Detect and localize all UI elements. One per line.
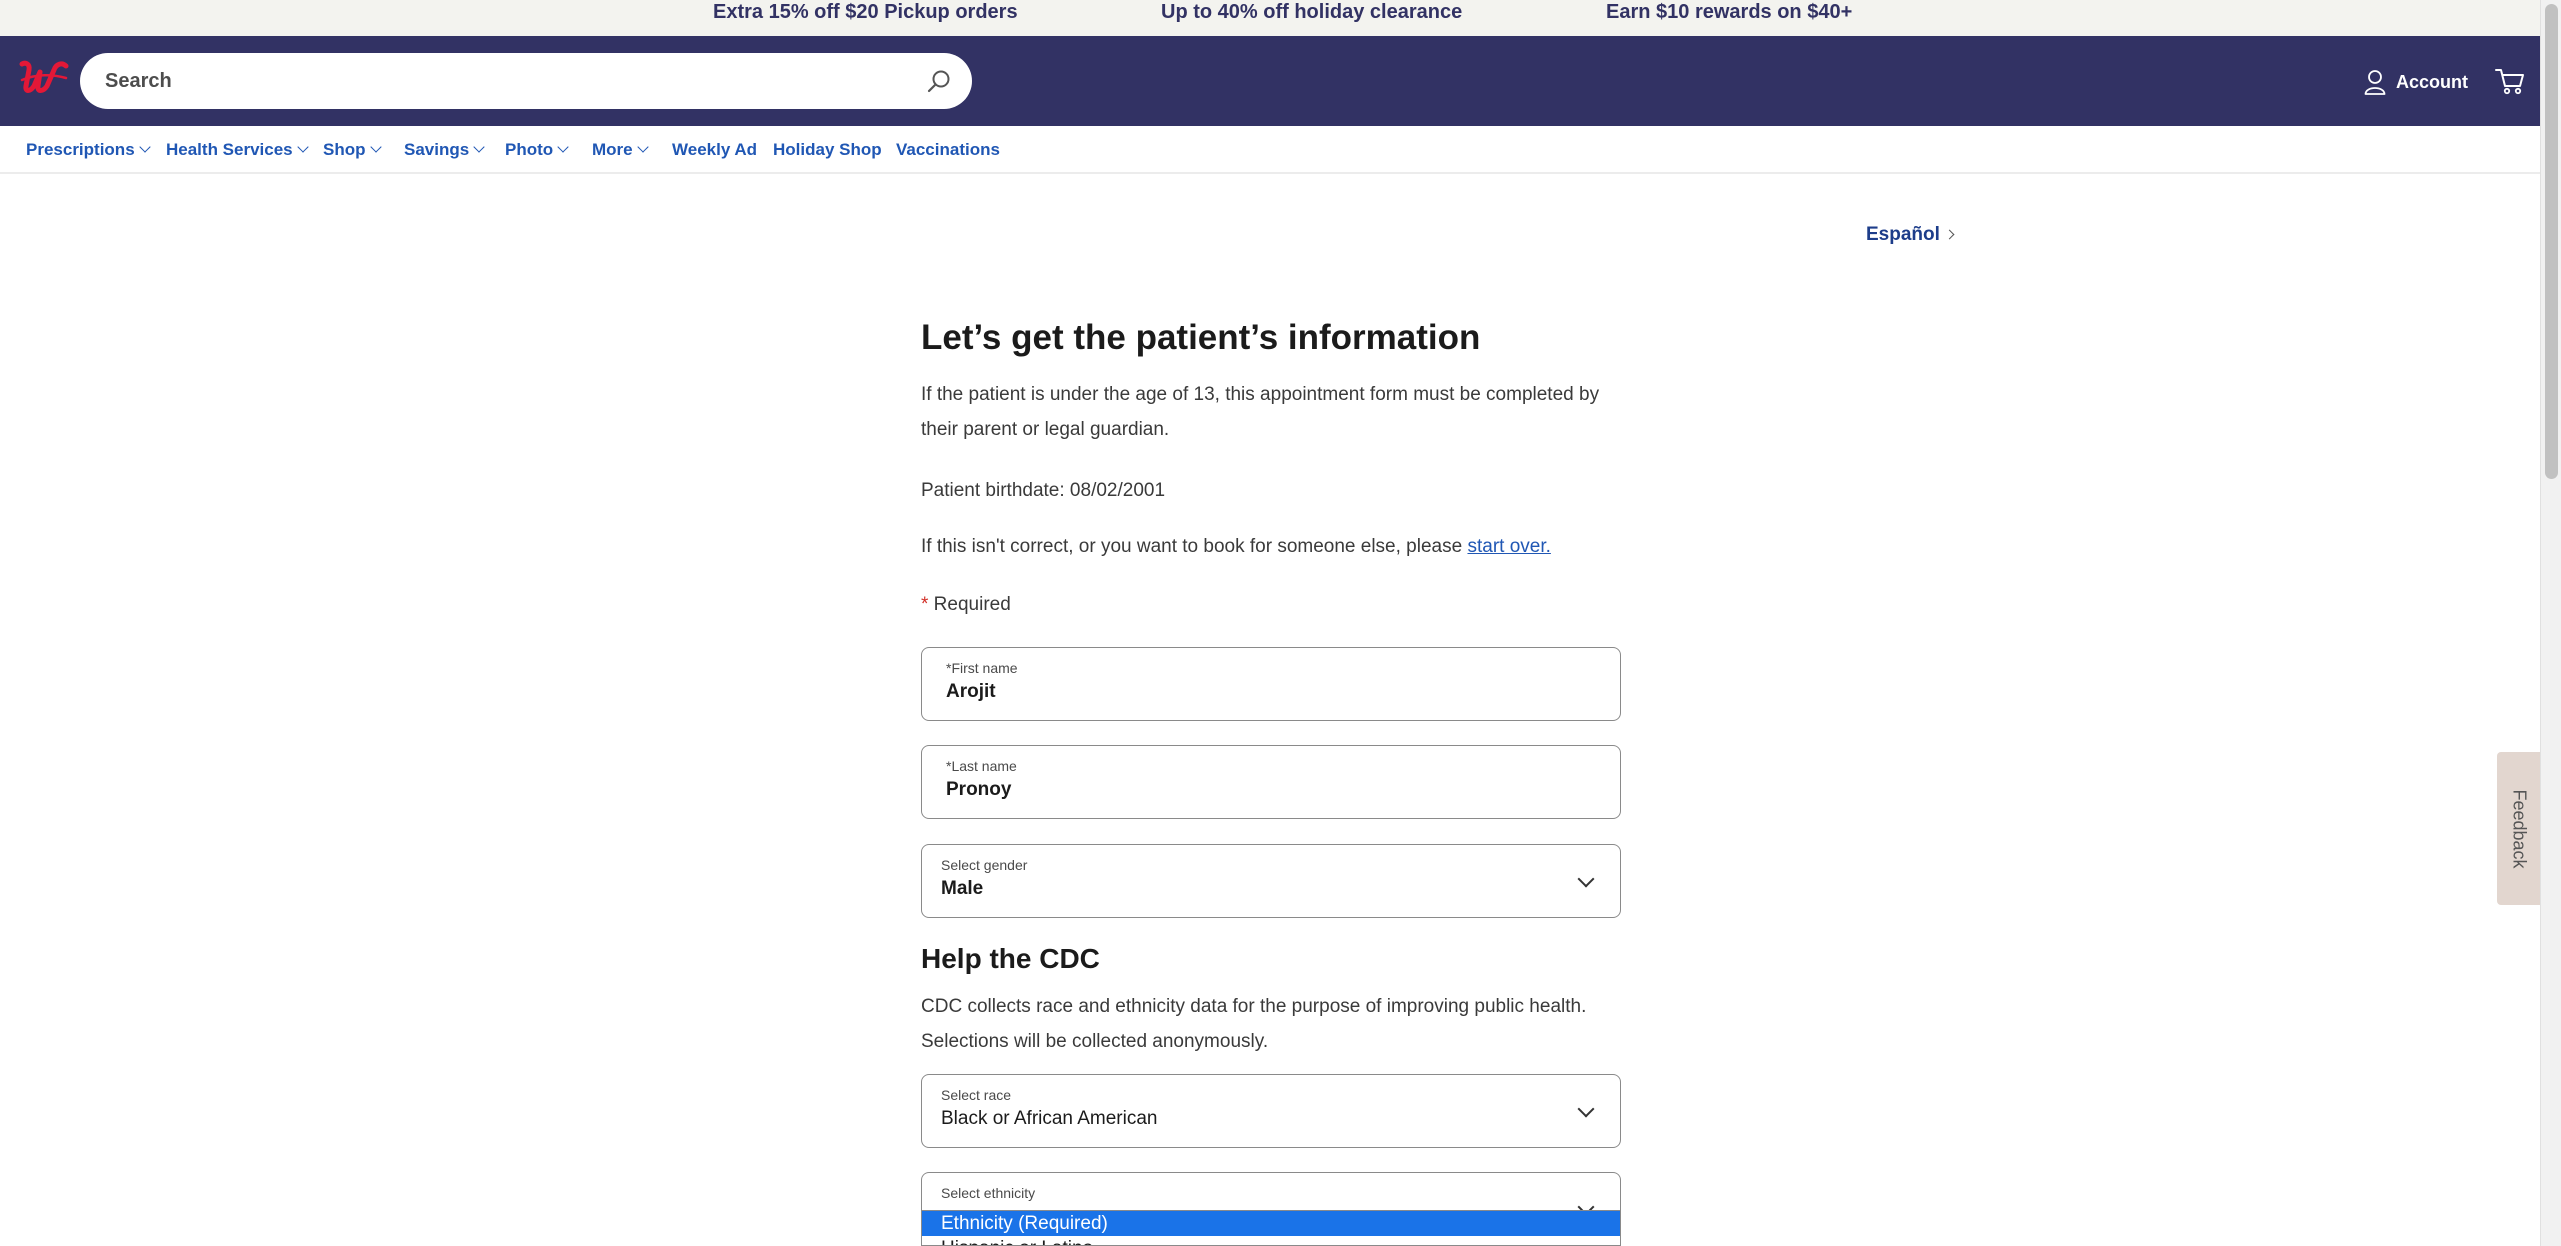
search-input[interactable]: Search <box>80 53 972 109</box>
feedback-label: Feedback <box>2509 788 2529 869</box>
nav-label: Shop <box>323 140 366 159</box>
nav-label: Savings <box>404 140 470 159</box>
ethnicity-dropdown-list: Ethnicity (Required) Hispanic or Latino <box>921 1210 1621 1246</box>
promo-bar: Extra 15% off $20 Pickup orders Up to 40… <box>0 0 2540 36</box>
nav-item-health-services[interactable]: Health Services <box>166 126 309 174</box>
promo-holiday-clearance[interactable]: Up to 40% off holiday clearance <box>1161 0 1462 24</box>
first-name-field[interactable]: *First name Arojit <box>921 647 1621 721</box>
nav-item-savings[interactable]: Savings <box>404 126 485 174</box>
chevron-down-icon <box>138 141 151 153</box>
page-title: Let’s get the patient’s information <box>921 318 1481 357</box>
last-name-field[interactable]: *Last name Pronoy <box>921 745 1621 819</box>
nav-item-vaccinations[interactable]: Vaccinations <box>896 126 1000 174</box>
birthdate-text: Patient birthdate: 08/02/2001 <box>921 480 1166 501</box>
promo-rewards-offer[interactable]: Earn $10 rewards on $40+ <box>1606 0 1852 24</box>
first-name-value: Arojit <box>946 681 996 702</box>
required-note: * Required <box>921 587 1011 622</box>
walgreens-logo-icon[interactable] <box>16 56 72 100</box>
user-icon <box>2364 70 2386 95</box>
search-icon[interactable] <box>926 68 952 94</box>
feedback-tab[interactable]: Feedback <box>2497 752 2540 905</box>
nav-item-more[interactable]: More <box>592 126 649 174</box>
ethnicity-option[interactable]: Hispanic or Latino <box>922 1236 1620 1245</box>
gender-select[interactable]: Select gender Male <box>921 844 1621 918</box>
chevron-down-icon <box>1577 870 1595 888</box>
ethnicity-option[interactable]: Ethnicity (Required) <box>922 1211 1620 1236</box>
race-value: Black or African American <box>941 1108 1158 1129</box>
cdc-line-2: Selections will be collected anonymously… <box>921 1031 1269 1052</box>
search-placeholder: Search <box>105 70 172 92</box>
account-button[interactable]: Account <box>2364 64 2468 100</box>
nav-item-holiday-shop[interactable]: Holiday Shop <box>773 126 882 174</box>
chevron-down-icon <box>1577 1100 1595 1118</box>
gender-label: Select gender <box>941 857 1028 873</box>
main-nav: Prescriptions Health Services Shop Savin… <box>0 126 2540 174</box>
chevron-right-icon <box>1944 229 1955 240</box>
nav-item-photo[interactable]: Photo <box>505 126 569 174</box>
language-toggle-link[interactable]: Español <box>1866 224 1955 246</box>
cdc-line-1: CDC collects race and ethnicity data for… <box>921 996 1587 1017</box>
chevron-down-icon <box>369 141 382 153</box>
restart-prefix: If this isn't correct, or you want to bo… <box>921 536 1468 557</box>
race-select[interactable]: Select race Black or African American <box>921 1074 1621 1148</box>
nav-label: Health Services <box>166 140 293 159</box>
gender-value: Male <box>941 878 984 899</box>
required-label: Required <box>928 594 1011 615</box>
nav-label: Prescriptions <box>26 140 135 159</box>
last-name-value: Pronoy <box>946 779 1012 800</box>
nav-item-weekly-ad[interactable]: Weekly Ad <box>672 126 757 174</box>
nav-label: Photo <box>505 140 554 159</box>
promo-pickup-offer[interactable]: Extra 15% off $20 Pickup orders <box>713 0 1018 24</box>
ethnicity-label: Select ethnicity <box>941 1185 1036 1201</box>
chevron-down-icon <box>557 141 569 153</box>
restart-text: If this isn't correct, or you want to bo… <box>921 529 1551 564</box>
last-name-label: *Last name <box>946 758 1017 774</box>
page-scrollbar[interactable] <box>2540 0 2561 1246</box>
intro-line-2: their parent or legal guardian. <box>921 419 1170 440</box>
chevron-down-icon <box>636 141 649 153</box>
language-label: Español <box>1866 224 1940 245</box>
race-label: Select race <box>941 1087 1012 1103</box>
nav-item-shop[interactable]: Shop <box>323 126 382 174</box>
chevron-down-icon <box>473 141 485 153</box>
nav-label: Vaccinations <box>896 140 1000 159</box>
start-over-link[interactable]: start over. <box>1467 536 1550 557</box>
account-label: Account <box>2396 71 2468 92</box>
scrollbar-thumb[interactable] <box>2545 4 2558 479</box>
first-name-label: *First name <box>946 660 1018 676</box>
cdc-section-title: Help the CDC <box>921 943 1100 974</box>
nav-label: Weekly Ad <box>672 140 758 159</box>
site-header: Search Account <box>0 36 2540 126</box>
intro-line-1: If the patient is under the age of 13, t… <box>921 384 1600 405</box>
nav-label: Holiday Shop <box>773 140 882 159</box>
nav-item-prescriptions[interactable]: Prescriptions <box>26 126 151 174</box>
cart-icon[interactable] <box>2494 66 2526 96</box>
nav-label: More <box>592 140 633 159</box>
chevron-down-icon <box>296 141 309 153</box>
